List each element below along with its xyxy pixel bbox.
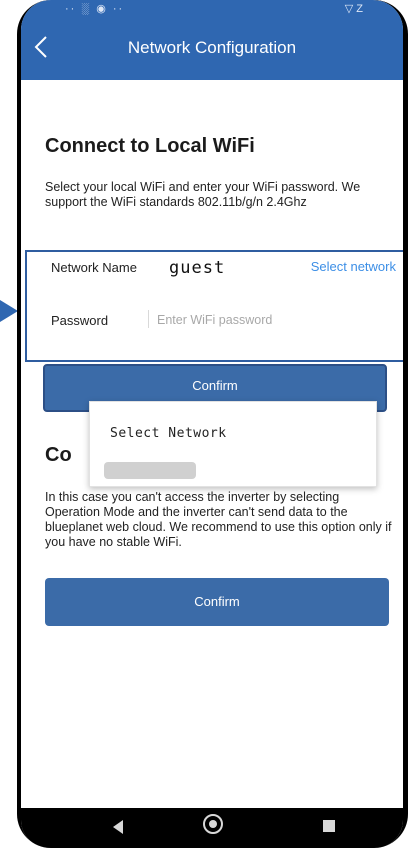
screen: ·· ░ ◉ ·· ▽ Z Network Configuration Conn…	[21, 0, 403, 848]
page-title: Network Configuration	[127, 38, 297, 57]
app-header: ·· ░ ◉ ·· ▽ Z Network Configuration	[21, 0, 403, 80]
offline-heading: Co	[45, 444, 72, 466]
select-network-link[interactable]: Select network	[311, 259, 396, 274]
android-nav-bar	[21, 808, 403, 848]
popup-title: Select Network	[110, 426, 227, 441]
field-divider	[148, 310, 149, 328]
local-wifi-description: Select your local WiFi and enter your Wi…	[45, 180, 361, 209]
network-list-item[interactable]	[104, 462, 196, 479]
phone-frame: ·· ░ ◉ ·· ▽ Z Network Configuration Conn…	[17, 0, 408, 848]
password-label: Password	[51, 313, 109, 328]
wifi-form-card: Network Name guest Select network Passwo…	[25, 250, 403, 362]
pointer-arrow-icon	[0, 300, 18, 322]
status-bar: ·· ░ ◉ ·· ▽ Z	[21, 0, 403, 20]
confirm-wifi-label: Confirm	[192, 378, 238, 393]
status-icons-left: ·· ░ ◉ ··	[65, 3, 125, 15]
offline-description: In this case you can't access the invert…	[45, 490, 392, 549]
network-name-label: Network Name	[51, 260, 137, 275]
confirm-offline-button[interactable]: Confirm	[45, 578, 389, 626]
local-wifi-heading: Connect to Local WiFi	[45, 135, 255, 157]
nav-home-icon[interactable]	[203, 814, 223, 834]
nav-back-icon[interactable]	[113, 820, 123, 834]
nav-recent-apps-icon[interactable]	[323, 820, 335, 832]
status-icons-right: ▽ Z	[344, 3, 363, 15]
select-network-popup: Select Network	[89, 401, 377, 487]
password-input[interactable]	[157, 309, 377, 331]
network-name-value[interactable]: guest	[169, 258, 225, 278]
